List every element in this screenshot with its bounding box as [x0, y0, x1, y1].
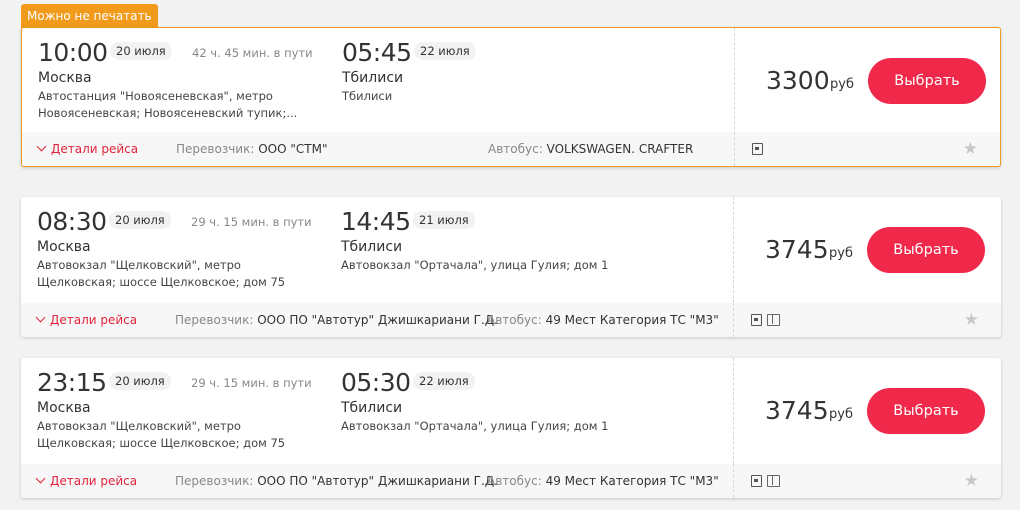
departure-address: Автовокзал "Щелковский", метро Щелковска…	[37, 419, 286, 450]
departure-city: Москва	[38, 70, 92, 86]
departure-city: Москва	[37, 400, 91, 416]
trip-details-label: Детали рейса	[50, 313, 138, 327]
bus-info: Автобус: 49 Мест Категория ТС "М3"	[487, 474, 719, 488]
departure-address: Автовокзал "Щелковский", метро Щелковска…	[37, 258, 286, 289]
document-icon	[751, 314, 762, 326]
document-icon	[752, 143, 763, 155]
bus-model: VOLKSWAGEN. CRAFTER	[546, 142, 694, 156]
price-area: 3745 руб Выбрать	[733, 197, 1001, 303]
departure-date: 20 июля	[109, 211, 171, 229]
price-value: 3300	[766, 66, 830, 95]
trip-card: 08:30 20 июля 29 ч. 15 мин. в пути Москв…	[21, 197, 1001, 337]
price-currency: руб	[830, 77, 854, 92]
trip-details-label: Детали рейса	[51, 142, 139, 156]
arrival-city: Тбилиси	[341, 400, 403, 416]
carrier-name: ООО "СТМ"	[258, 142, 328, 156]
trip-card: 10:00 20 июля 42 ч. 45 мин. в пути Москв…	[21, 27, 1001, 167]
bus-label: Автобус:	[488, 142, 543, 156]
bus-model: 49 Мест Категория ТС "М3"	[545, 474, 719, 488]
footer-divider	[733, 464, 734, 498]
departure-city: Москва	[37, 239, 91, 255]
chevron-down-icon	[36, 141, 47, 152]
carrier-name: ООО ПО "Автотур" Джишкариани Г.Д.	[257, 313, 498, 327]
bus-info: Автобус: VOLKSWAGEN. CRAFTER	[488, 142, 693, 156]
carrier-label: Перевозчик:	[176, 142, 255, 156]
arrival-time: 05:45	[342, 38, 412, 67]
arrival-date: 22 июля	[414, 42, 476, 60]
favorite-star-icon[interactable]: ★	[964, 310, 979, 330]
carrier-name: ООО ПО "Автотур" Джишкариани Г.Д.	[257, 474, 498, 488]
price-value: 3745	[765, 396, 829, 425]
trip-info: 23:15 20 июля 29 ч. 15 мин. в пути Москв…	[21, 358, 733, 464]
trip-footer: Детали рейса Перевозчик: ООО ПО "Автотур…	[21, 303, 1001, 337]
departure-date: 20 июля	[109, 372, 171, 390]
arrival-address: Автовокзал "Ортачала", улица Гулия; дом …	[341, 258, 609, 272]
carrier-label: Перевозчик:	[175, 313, 254, 327]
departure-address: Автостанция "Новоясеневская", метро Ново…	[38, 89, 298, 120]
arrival-city: Тбилиси	[342, 70, 404, 86]
departure-time: 08:30	[37, 207, 107, 236]
book-icon	[767, 314, 780, 326]
no-print-badge: Можно не печатать	[21, 4, 158, 28]
select-button[interactable]: Выбрать	[867, 227, 985, 273]
favorite-star-icon[interactable]: ★	[963, 139, 978, 159]
trip-footer: Детали рейса Перевозчик: ООО "СТМ" Автоб…	[22, 132, 1000, 166]
select-button[interactable]: Выбрать	[867, 388, 985, 434]
chevron-down-icon	[35, 473, 46, 484]
arrival-time: 05:30	[341, 368, 411, 397]
trip-info: 10:00 20 июля 42 ч. 45 мин. в пути Москв…	[22, 28, 734, 134]
arrival-time: 14:45	[341, 207, 411, 236]
departure-time: 10:00	[38, 38, 108, 67]
trip-info: 08:30 20 июля 29 ч. 15 мин. в пути Москв…	[21, 197, 733, 303]
trip-details-label: Детали рейса	[50, 474, 138, 488]
footer-divider	[734, 132, 735, 166]
bus-label: Автобус:	[487, 313, 542, 327]
bus-label: Автобус:	[487, 474, 542, 488]
arrival-date: 21 июля	[413, 211, 475, 229]
book-icon	[767, 475, 780, 487]
arrival-address: Автовокзал "Ортачала", улица Гулия; дом …	[341, 419, 609, 433]
departure-date: 20 июля	[110, 42, 172, 60]
arrival-address: Тбилиси	[342, 89, 393, 103]
carrier-info: Перевозчик: ООО ПО "Автотур" Джишкариани…	[175, 313, 498, 327]
price-currency: руб	[829, 407, 853, 422]
price-value: 3745	[765, 235, 829, 264]
carrier-info: Перевозчик: ООО "СТМ"	[176, 142, 327, 156]
trip-details-link[interactable]: Детали рейса	[35, 473, 138, 488]
price-area: 3745 руб Выбрать	[733, 358, 1001, 464]
arrival-date: 22 июля	[413, 372, 475, 390]
arrival-city: Тбилиси	[341, 239, 403, 255]
carrier-label: Перевозчик:	[175, 474, 254, 488]
bus-model: 49 Мест Категория ТС "М3"	[545, 313, 719, 327]
trip-duration: 29 ч. 15 мин. в пути	[191, 215, 312, 229]
select-button[interactable]: Выбрать	[868, 58, 986, 104]
price-area: 3300 руб Выбрать	[734, 28, 1002, 134]
trip-details-link[interactable]: Детали рейса	[35, 312, 138, 327]
chevron-down-icon	[35, 312, 46, 323]
departure-time: 23:15	[37, 368, 107, 397]
document-icon	[751, 475, 762, 487]
trip-footer: Детали рейса Перевозчик: ООО ПО "Автотур…	[21, 464, 1001, 498]
price-currency: руб	[829, 246, 853, 261]
trip-card: 23:15 20 июля 29 ч. 15 мин. в пути Москв…	[21, 358, 1001, 498]
trip-details-link[interactable]: Детали рейса	[36, 141, 139, 156]
favorite-star-icon[interactable]: ★	[964, 471, 979, 491]
footer-divider	[733, 303, 734, 337]
trip-duration: 29 ч. 15 мин. в пути	[191, 376, 312, 390]
trip-duration: 42 ч. 45 мин. в пути	[192, 46, 313, 60]
bus-info: Автобус: 49 Мест Категория ТС "М3"	[487, 313, 719, 327]
carrier-info: Перевозчик: ООО ПО "Автотур" Джишкариани…	[175, 474, 498, 488]
